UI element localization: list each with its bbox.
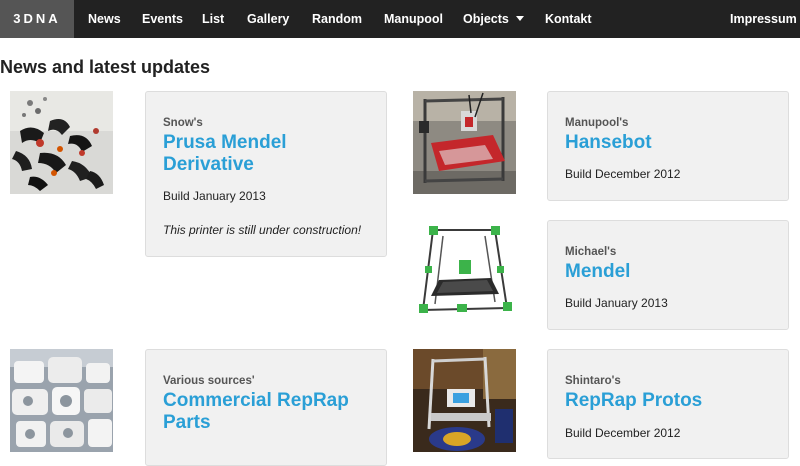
- brand-logo[interactable]: 3DNA: [0, 0, 74, 38]
- page-title: News and latest updates: [0, 57, 211, 77]
- card-title-link[interactable]: Hansebot: [565, 132, 778, 154]
- thumbnail-mendel[interactable]: [413, 220, 516, 323]
- news-card-prusa-mendel: Snow's Prusa Mendel Derivative Build Jan…: [145, 91, 387, 257]
- thumbnail-reprap-protos[interactable]: [413, 349, 516, 452]
- thumbnail-prusa-mendel-parts[interactable]: [10, 91, 113, 194]
- nav-item-list[interactable]: List: [202, 0, 224, 38]
- card-title-link[interactable]: Commercial RepRap Parts: [163, 390, 376, 434]
- card-title-link[interactable]: Mendel: [565, 261, 778, 283]
- mendel-printer-render: [413, 220, 516, 323]
- card-title-link[interactable]: RepRap Protos: [565, 390, 778, 412]
- nav-item-news[interactable]: News: [88, 0, 121, 38]
- card-owner: Shintaro's: [565, 375, 621, 387]
- printed-parts-photo: [10, 91, 113, 194]
- nav-item-manupool[interactable]: Manupool: [384, 0, 443, 38]
- card-title-link[interactable]: Prusa Mendel Derivative: [163, 132, 376, 176]
- card-build-date: Build January 2013: [163, 189, 266, 203]
- nav-item-objects-label: Objects: [463, 12, 509, 26]
- reprap-protos-photo: [413, 349, 516, 452]
- card-owner: Michael's: [565, 246, 617, 258]
- card-build-date: Build December 2012: [565, 167, 681, 181]
- card-owner: Snow's: [163, 117, 203, 129]
- news-card-mendel: Michael's Mendel Build January 2013: [547, 220, 789, 330]
- nav-item-random[interactable]: Random: [312, 0, 362, 38]
- card-build-date: Build December 2012: [565, 426, 681, 440]
- nav-item-events[interactable]: Events: [142, 0, 183, 38]
- thumbnail-hansebot[interactable]: [413, 91, 516, 194]
- white-printed-parts-photo: [10, 349, 113, 452]
- hansebot-printer-photo: [413, 91, 516, 194]
- thumbnail-commercial-parts[interactable]: [10, 349, 113, 452]
- news-card-hansebot: Manupool's Hansebot Build December 2012: [547, 91, 789, 201]
- nav-item-objects[interactable]: Objects: [463, 0, 524, 38]
- top-navbar: 3DNA News Events List Gallery Random Man…: [0, 0, 800, 38]
- news-card-reprap-protos: Shintaro's RepRap Protos Build December …: [547, 349, 789, 459]
- card-note: This printer is still under construction…: [163, 223, 362, 237]
- card-owner: Various sources': [163, 375, 255, 387]
- card-owner: Manupool's: [565, 117, 629, 129]
- card-build-date: Build January 2013: [565, 296, 668, 310]
- caret-down-icon: [515, 16, 524, 22]
- nav-item-kontakt[interactable]: Kontakt: [545, 0, 592, 38]
- nav-item-gallery[interactable]: Gallery: [247, 0, 289, 38]
- nav-item-impressum[interactable]: Impressum: [730, 0, 797, 38]
- news-card-commercial-parts: Various sources' Commercial RepRap Parts: [145, 349, 387, 466]
